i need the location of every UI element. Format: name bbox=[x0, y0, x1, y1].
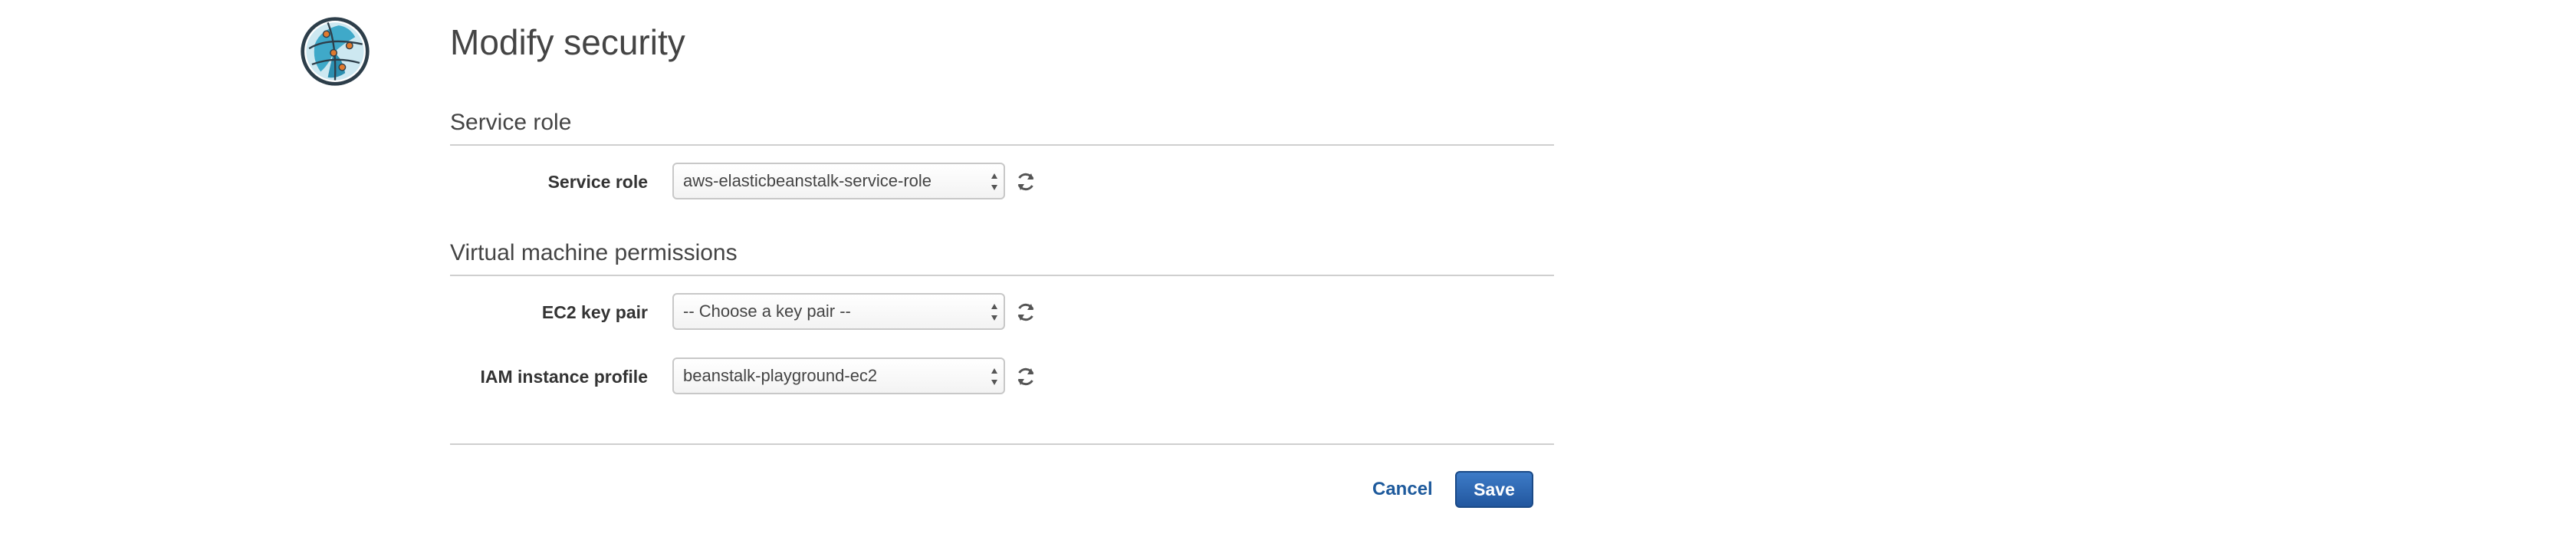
ec2-key-pair-select[interactable]: -- Choose a key pair -- bbox=[672, 293, 1005, 330]
refresh-icon[interactable] bbox=[1014, 365, 1037, 388]
globe-logo-icon bbox=[301, 17, 370, 86]
iam-instance-profile-select[interactable]: beanstalk-playground-ec2 bbox=[672, 357, 1005, 394]
select-arrows-icon bbox=[991, 173, 997, 190]
modify-security-page: Modify security Service role Service rol… bbox=[0, 0, 2576, 537]
form-row-ec2-key-pair: EC2 key pair -- Choose a key pair -- bbox=[450, 293, 1554, 331]
form-row-iam-instance-profile: IAM instance profile beanstalk-playgroun… bbox=[450, 357, 1554, 396]
refresh-icon[interactable] bbox=[1014, 301, 1037, 324]
select-arrows-icon bbox=[991, 304, 997, 321]
cancel-button[interactable]: Cancel bbox=[1372, 476, 1433, 503]
form-row-service-role: Service role aws-elasticbeanstalk-servic… bbox=[450, 163, 1554, 201]
footer-divider bbox=[450, 443, 1554, 445]
save-button[interactable]: Save bbox=[1455, 471, 1533, 508]
select-arrows-icon bbox=[991, 368, 997, 385]
ec2-key-pair-select-value: -- Choose a key pair -- bbox=[683, 301, 851, 321]
service-role-select-value: aws-elasticbeanstalk-service-role bbox=[683, 171, 932, 190]
page-title: Modify security bbox=[450, 22, 685, 62]
iam-instance-profile-select-value: beanstalk-playground-ec2 bbox=[683, 366, 878, 385]
service-role-select[interactable]: aws-elasticbeanstalk-service-role bbox=[672, 163, 1005, 199]
ec2-key-pair-label: EC2 key pair bbox=[541, 302, 648, 322]
refresh-icon[interactable] bbox=[1014, 170, 1037, 193]
section-header-service-role: Service role bbox=[450, 106, 1554, 146]
section-header-vm-permissions: Virtual machine permissions bbox=[450, 236, 1554, 276]
service-role-label: Service role bbox=[547, 172, 648, 192]
iam-instance-profile-label: IAM instance profile bbox=[480, 367, 648, 387]
